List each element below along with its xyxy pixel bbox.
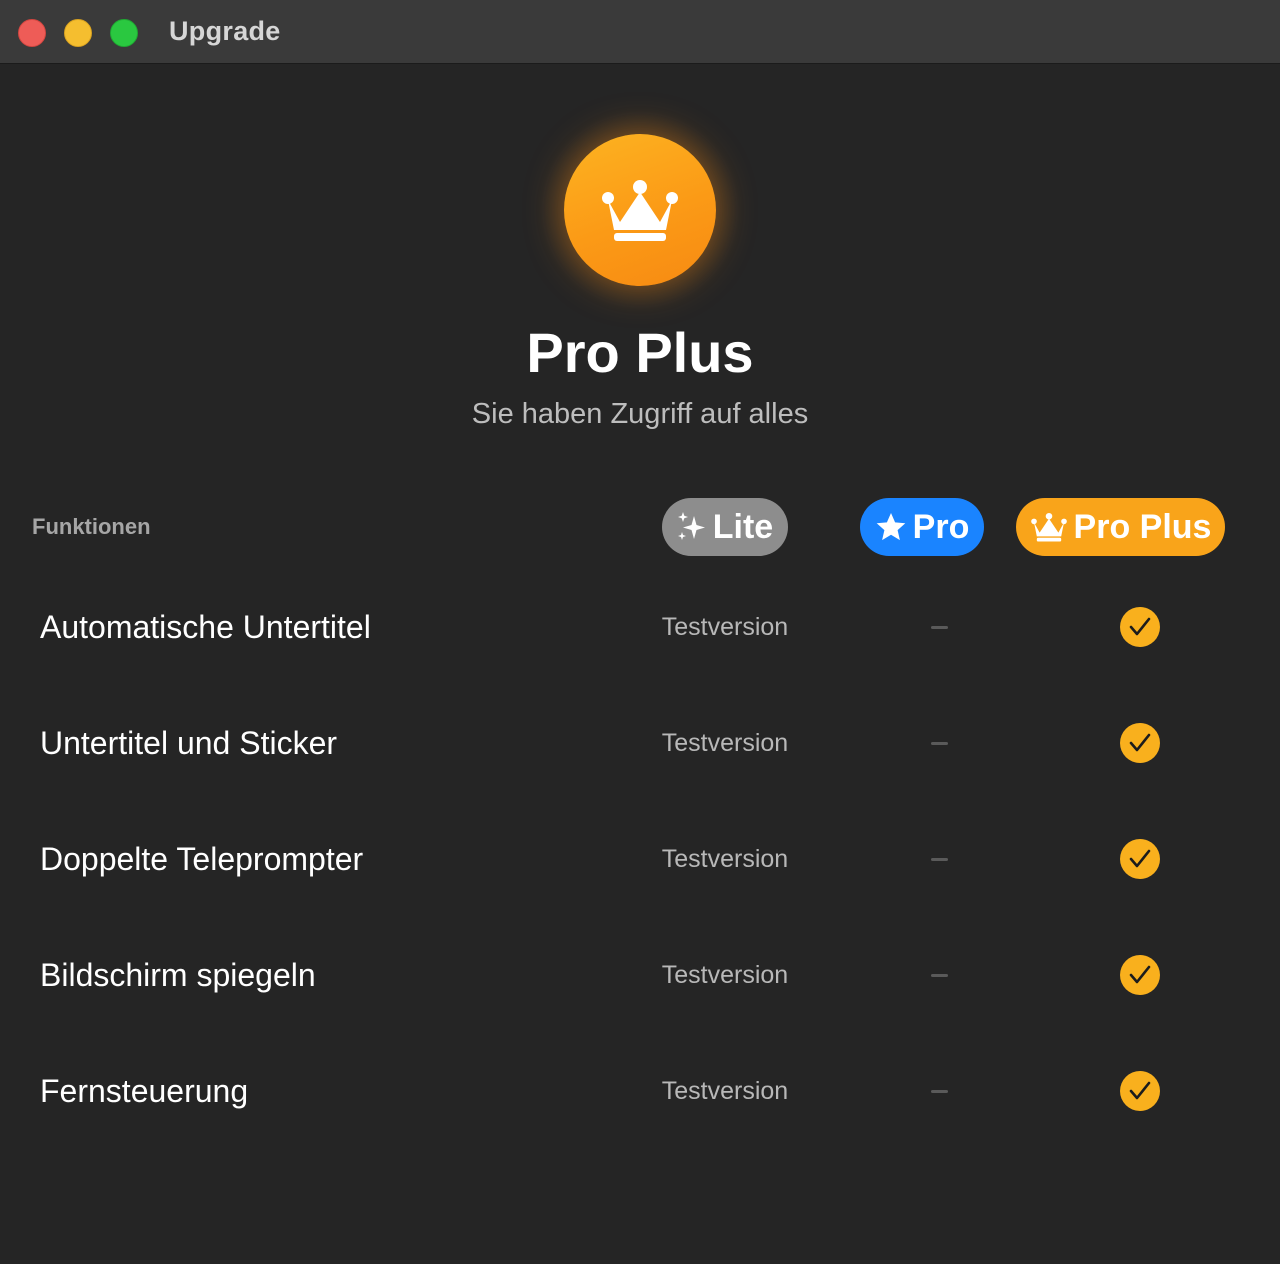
title-bar: Upgrade <box>0 0 1280 64</box>
crown-icon <box>1030 512 1067 542</box>
feature-name: Doppelte Teleprompter <box>40 841 364 877</box>
feature-row: Bildschirm spiegeln Testversion <box>0 935 1280 1015</box>
pro-unavailable-dash <box>931 974 948 977</box>
pro-unavailable-dash <box>931 858 948 861</box>
checkmark-icon <box>1129 849 1151 868</box>
pro-unavailable-dash <box>931 742 948 745</box>
lite-availability: Testversion <box>661 961 789 989</box>
feature-name: Untertitel und Sticker <box>40 725 338 761</box>
pro-unavailable-dash <box>931 1090 948 1093</box>
feature-row: Fernsteuerung Testversion <box>0 1051 1280 1131</box>
feature-name: Fernsteuerung <box>40 1073 249 1109</box>
crown-icon <box>602 180 678 241</box>
checkmark-icon <box>1129 617 1151 636</box>
lite-availability: Testversion <box>661 729 789 757</box>
feature-name: Automatische Untertitel <box>40 609 371 645</box>
pro-plus-check <box>1120 607 1160 647</box>
plan-pill-pro: Pro <box>860 498 984 556</box>
feature-row: Untertitel und Sticker Testversion <box>0 703 1280 783</box>
plan-pill-pro-plus: Pro Plus <box>1016 498 1225 556</box>
pro-unavailable-dash <box>931 626 948 629</box>
feature-row: Doppelte Teleprompter Testversion <box>0 819 1280 899</box>
checkmark-icon <box>1129 733 1151 752</box>
pro-plus-check <box>1120 723 1160 763</box>
plan-label-lite: Lite <box>712 507 774 546</box>
lite-availability: Testversion <box>661 1077 789 1105</box>
minimize-button[interactable] <box>64 19 92 47</box>
feature-row: Automatische Untertitel Testversion <box>0 587 1280 667</box>
plan-pill-lite: Lite <box>662 498 788 556</box>
lite-availability: Testversion <box>661 845 789 873</box>
close-button[interactable] <box>18 19 46 47</box>
pro-plus-check <box>1120 1071 1160 1111</box>
zoom-button[interactable] <box>110 19 138 47</box>
pro-plus-check <box>1120 955 1160 995</box>
checkmark-icon <box>1129 1081 1151 1100</box>
feature-name: Bildschirm spiegeln <box>40 957 316 993</box>
plan-subtitle: Sie haben Zugriff auf alles <box>471 398 809 430</box>
window-title: Upgrade <box>169 16 281 46</box>
star-icon <box>876 513 905 541</box>
lite-availability: Testversion <box>661 613 789 641</box>
hero-badge <box>564 134 716 286</box>
upgrade-window: Upgrade Pro Plus Sie haben Zugriff auf a… <box>0 0 1280 1264</box>
features-column-header: Funktionen <box>32 514 151 539</box>
plan-label-pro: Pro <box>912 507 970 546</box>
pro-plus-check <box>1120 839 1160 879</box>
plan-title: Pro Plus <box>526 321 754 384</box>
plan-label-pro-plus: Pro Plus <box>1073 507 1212 546</box>
sparkles-icon <box>677 512 705 540</box>
checkmark-icon <box>1129 965 1151 984</box>
